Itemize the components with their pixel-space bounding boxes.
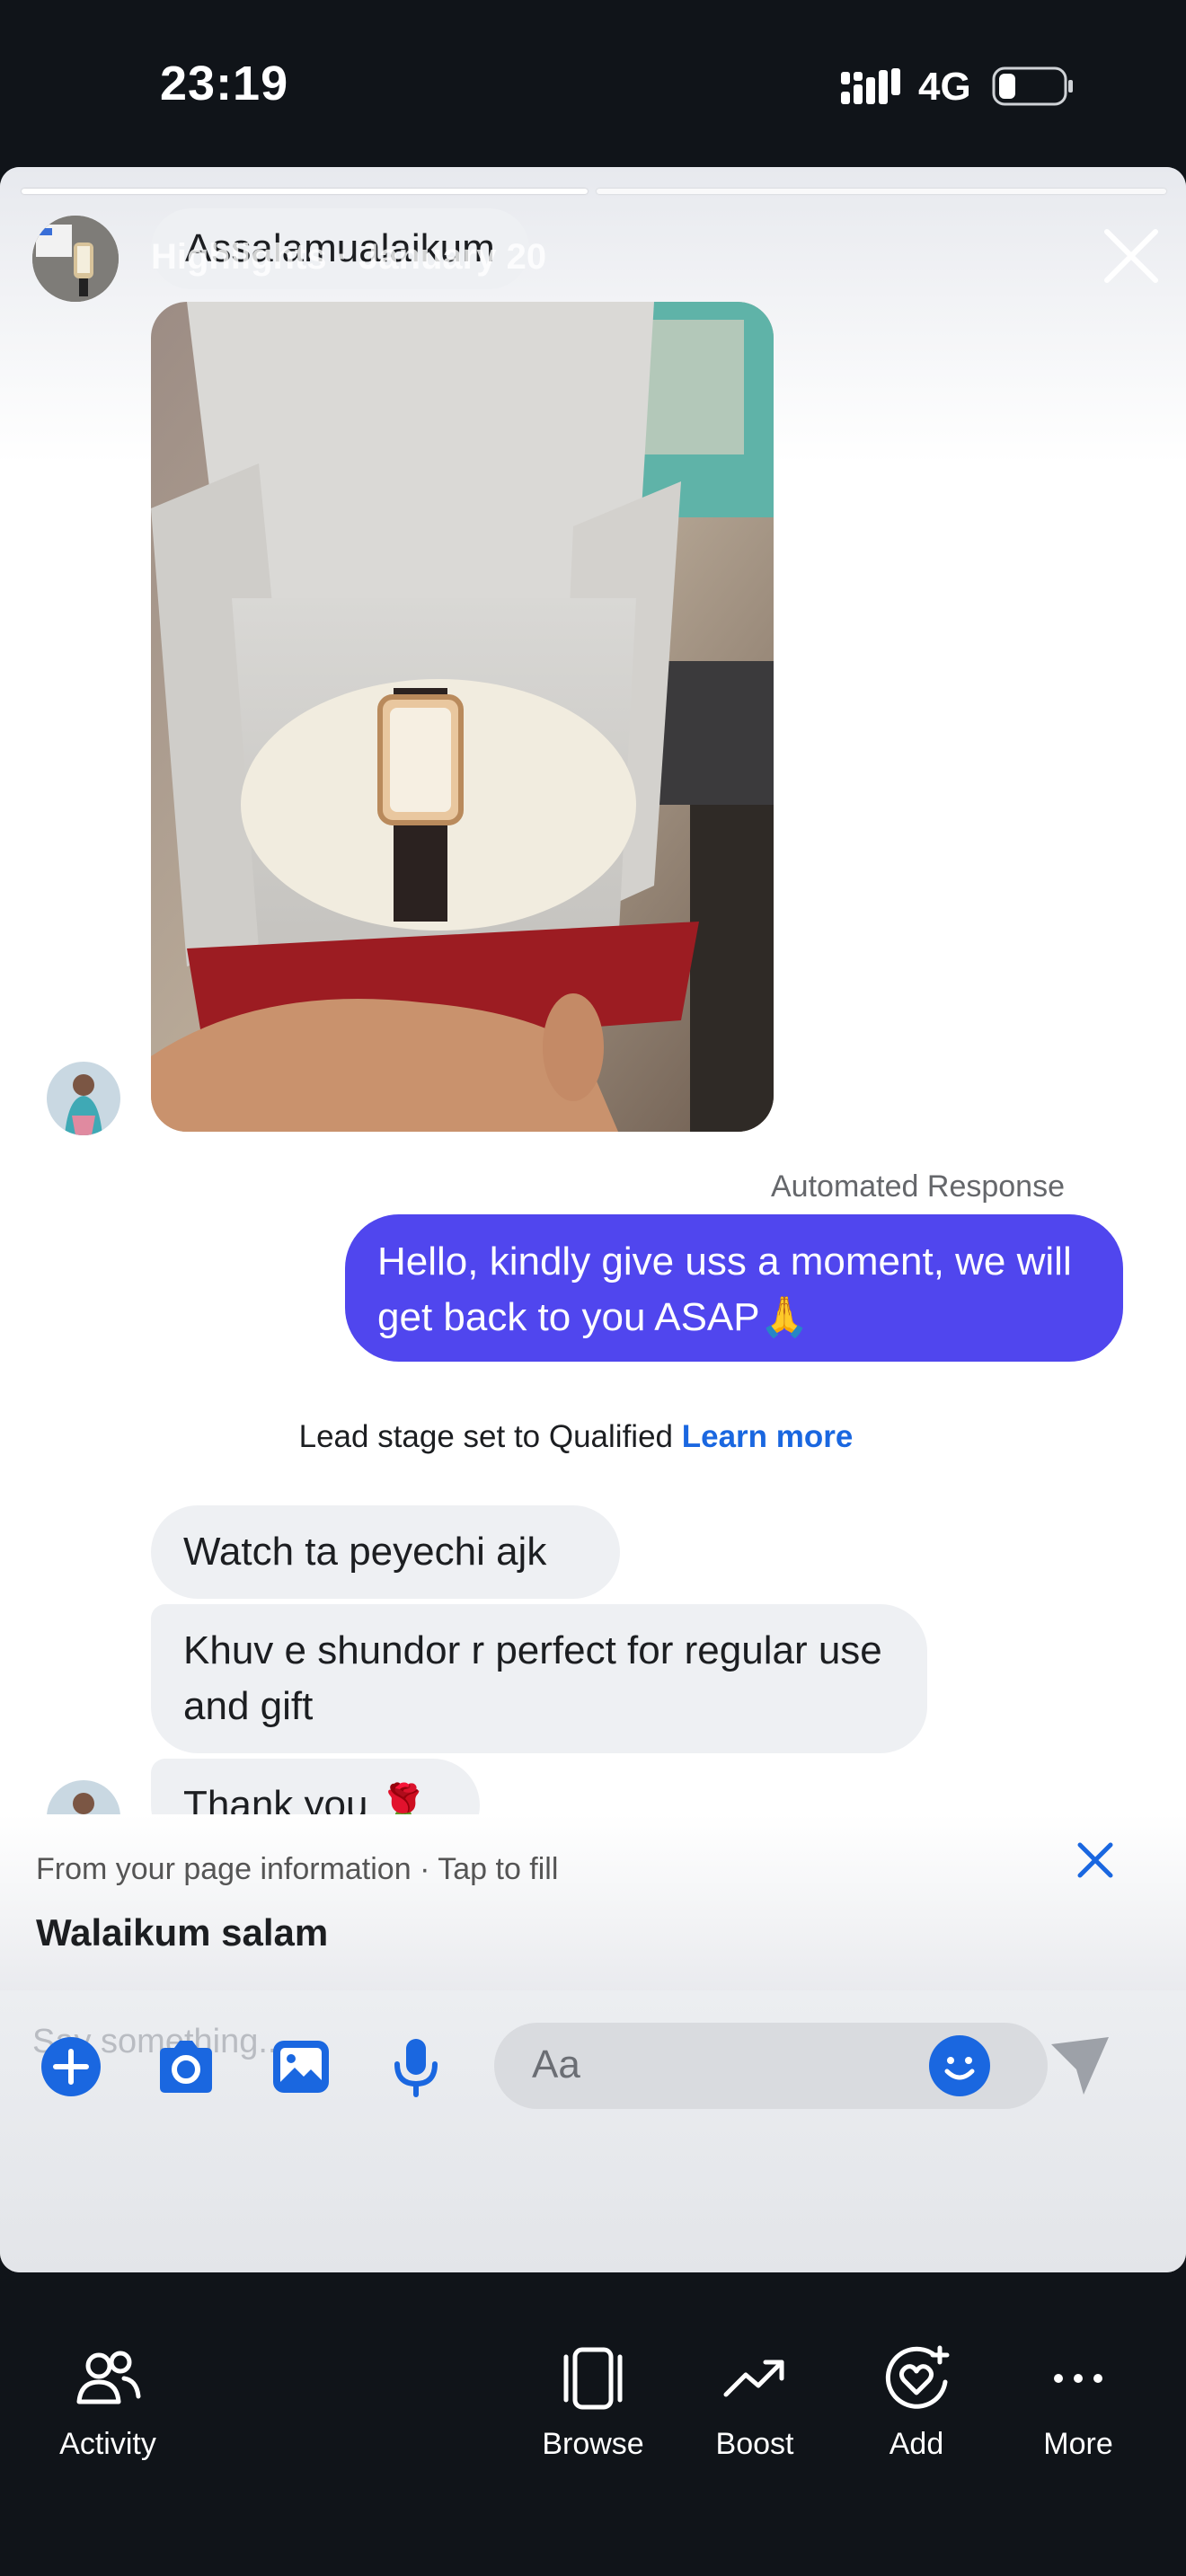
heart-add-icon (885, 2345, 950, 2409)
message-input-placeholder: Aa (532, 2042, 580, 2086)
story-progress-2 (597, 189, 1166, 194)
nav-more-label: More (1043, 2427, 1113, 2461)
nav-more[interactable]: More (997, 2342, 1159, 2462)
incoming-message-1[interactable]: Watch ta peyechi ajk (151, 1505, 620, 1599)
suggestion-hint: From your page information · Tap to fill (36, 1852, 559, 1886)
plus-circle-icon[interactable] (40, 2035, 102, 2098)
nav-browse[interactable]: Browse (512, 2342, 674, 2462)
trend-up-icon (723, 2360, 784, 2397)
lead-stage-text: Lead stage set to Qualified (298, 1419, 674, 1454)
more-dots-icon (1054, 2374, 1102, 2383)
incoming-message-2[interactable]: Khuv e shundor r perfect for regular use… (151, 1604, 927, 1753)
network-label: 4G (918, 65, 971, 109)
close-icon[interactable] (1102, 226, 1161, 286)
signal-icon (841, 68, 900, 104)
status-time: 23:19 (160, 57, 289, 110)
nav-activity-label: Activity (59, 2427, 156, 2461)
people-icon (76, 2351, 141, 2404)
story-avatar[interactable] (32, 216, 119, 302)
microphone-icon[interactable] (385, 2035, 447, 2098)
emoji-icon[interactable] (925, 2032, 994, 2100)
suggested-reply-text[interactable]: Walaikum salam (36, 1911, 328, 1954)
suggested-reply-panel[interactable] (0, 1814, 1186, 1994)
camera-icon[interactable] (155, 2035, 217, 2098)
learn-more-link[interactable]: Learn more (682, 1419, 854, 1454)
nav-activity[interactable]: Activity (27, 2342, 189, 2462)
contact-avatar[interactable] (47, 1062, 120, 1135)
nav-add-label: Add (889, 2427, 944, 2461)
nav-add[interactable]: Add (836, 2342, 997, 2462)
watch-photo[interactable] (151, 302, 774, 1132)
lead-stage-notice: Lead stage set to Qualified Learn more (0, 1419, 1152, 1455)
story-progress-1 (22, 189, 588, 194)
nav-boost-label: Boost (715, 2427, 794, 2461)
gallery-icon[interactable] (270, 2035, 332, 2098)
automated-response-label: Automated Response (771, 1169, 1065, 1204)
nav-browse-label: Browse (542, 2427, 644, 2461)
browse-icon (563, 2347, 623, 2410)
battery-icon (992, 66, 1073, 106)
sent-message-bubble[interactable]: Hello, kindly give uss a moment, we will… (345, 1214, 1123, 1362)
dismiss-suggestion-icon[interactable] (1073, 1838, 1118, 1883)
nav-boost[interactable]: Boost (674, 2342, 836, 2462)
send-icon[interactable] (1048, 2033, 1112, 2098)
story-header-text: Highlights · January 20 (151, 237, 547, 277)
